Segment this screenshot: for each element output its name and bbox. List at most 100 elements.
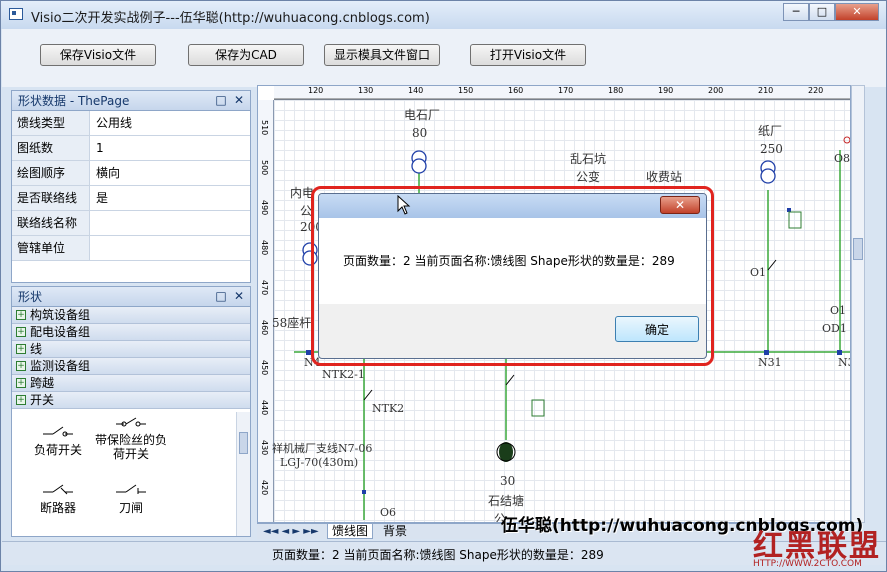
stencil-fused-switch[interactable]: 带保险丝的负荷开关 [90, 416, 172, 461]
expand-icon: + [16, 310, 26, 320]
show-stencil-window-button[interactable]: 显示模具文件窗口 [324, 44, 440, 66]
prop-row[interactable]: 联络线名称 [12, 211, 250, 236]
stencil-group[interactable]: + 开关 [12, 392, 250, 409]
stencil-label: 负荷开关 [33, 443, 82, 457]
close-icon[interactable]: ✕ [232, 93, 246, 107]
scroll-thumb[interactable] [853, 238, 863, 260]
ruler-tick-label: 460 [260, 320, 269, 336]
stencil-label: 带保险丝的负荷开关 [94, 433, 167, 461]
label-shoufei: 收费站 [646, 170, 683, 184]
label-ntk2: NTK2 [372, 402, 405, 415]
stencil-group[interactable]: + 线 [12, 341, 250, 358]
shapes-panel: 形状 □ ✕ + 构筑设备组 + 配电设备组 + 线 + 监测设备组 + 跨越 + 开关 负… [11, 286, 251, 537]
stencil-knife-switch[interactable]: 刀闸 [106, 482, 156, 516]
expand-icon: + [16, 361, 26, 371]
label-branch: 祥机械厂支线N7-06 [272, 442, 373, 455]
label-o8: O8 [834, 152, 851, 165]
label-luanshi: 乱石坑 [570, 152, 607, 166]
ruler-tick-label: 510 [260, 120, 269, 136]
ruler-tick-label: 190 [658, 86, 674, 95]
shape-data-header: 形状数据 - ThePage □ ✕ [12, 91, 250, 111]
label-dianshi-num: 80 [412, 126, 428, 140]
stencil-group[interactable]: + 跨越 [12, 375, 250, 392]
stencil-load-switch[interactable]: 负荷开关 [28, 424, 88, 458]
expand-icon: + [16, 395, 26, 405]
ruler-tick-label: 480 [260, 240, 269, 256]
ruler-tick-label: 130 [358, 86, 374, 95]
prop-value[interactable]: 1 [96, 136, 104, 160]
load-switch-icon [43, 426, 73, 437]
scroll-thumb[interactable] [239, 432, 248, 454]
shapes-header: 形状 □ ✕ [12, 287, 250, 307]
restore-icon[interactable]: □ [214, 289, 228, 303]
stencil-group-label: 构筑设备组 [30, 308, 91, 322]
ruler-tick-label: 450 [260, 360, 269, 376]
save-visio-button[interactable]: 保存Visio文件 [40, 44, 156, 66]
stencil-group-label: 跨越 [30, 376, 55, 390]
ruler-tick-label: 500 [260, 160, 269, 176]
prop-row[interactable]: 是否联络线是 [12, 186, 250, 211]
shapes-title: 形状 [18, 290, 43, 304]
stencil-breaker[interactable]: 断路器 [28, 482, 88, 516]
close-icon[interactable]: ✕ [232, 289, 246, 303]
dialog-close-button[interactable]: ✕ [660, 196, 700, 214]
label-num30: 30 [500, 474, 516, 488]
prop-row[interactable]: 馈线类型 公用线 [12, 111, 250, 136]
prop-value[interactable]: 公用线 [96, 111, 132, 135]
prop-key: 管辖单位 [12, 236, 90, 260]
ruler-tick-label: 160 [508, 86, 524, 95]
expand-icon: + [16, 327, 26, 337]
label-o1: O1 [750, 266, 767, 279]
label-gongbian: 公变 [576, 170, 601, 184]
stencil-scrollbar[interactable] [236, 412, 250, 536]
save-cad-button[interactable]: 保存为CAD [188, 44, 304, 66]
prop-row[interactable]: 绘图顺序 横向 [12, 161, 250, 186]
ruler-tick-label: 440 [260, 400, 269, 416]
ruler-tick-label: 170 [558, 86, 574, 95]
breaker-icon [43, 484, 73, 495]
ruler-tick-label: 470 [260, 280, 269, 296]
prop-row[interactable]: 管辖单位 [12, 236, 250, 261]
stencil-group[interactable]: + 监测设备组 [12, 358, 250, 375]
prop-value[interactable]: 是 [96, 186, 108, 210]
dialog-body: 页面数量：2 当前页面名称:馈线图 Shape形状的数量是：289 [319, 218, 706, 304]
maximize-button[interactable]: □ [809, 3, 835, 21]
prop-key: 馈线类型 [12, 111, 90, 135]
close-button[interactable]: ✕ [835, 3, 879, 21]
ruler-tick-label: 180 [608, 86, 624, 95]
restore-icon[interactable]: □ [214, 93, 228, 107]
stencil-group[interactable]: + 配电设备组 [12, 324, 250, 341]
status-text: 页面数量：2 当前页面名称:馈线图 Shape形状的数量是：289 [272, 548, 604, 562]
prop-key: 联络线名称 [12, 211, 90, 235]
minimize-button[interactable]: ─ [783, 3, 809, 21]
tab-background[interactable]: 背景 [379, 524, 411, 539]
ruler-tick-label: 420 [260, 480, 269, 496]
title-bar[interactable]: Visio二次开发实战例子---伍华聪(http://wuhuacong.cnb… [1, 1, 886, 29]
tab-feeder-diagram[interactable]: 馈线图 [327, 524, 374, 539]
prop-row[interactable]: 图纸数 1 [12, 136, 250, 161]
dialog-title-bar[interactable]: ✕ [319, 194, 706, 218]
label-o6: O6 [380, 506, 397, 519]
tab-navigation[interactable]: ◄◄ ◄ ► ►► [259, 524, 323, 539]
mouse-cursor-icon [397, 195, 411, 215]
stencil-group[interactable]: + 构筑设备组 [12, 307, 250, 324]
shape-data-title: 形状数据 - ThePage [18, 94, 130, 108]
label-zhichang-num: 250 [760, 142, 783, 156]
vertical-ruler: 510 500 490 480 470 460 450 440 430 420 [258, 100, 274, 522]
ruler-tick-label: 200 [708, 86, 724, 95]
prop-value[interactable]: 横向 [96, 161, 120, 185]
open-visio-button[interactable]: 打开Visio文件 [470, 44, 586, 66]
stencil-group-label: 开关 [30, 393, 55, 407]
ruler-tick-label: 220 [808, 86, 824, 95]
label-zhichang: 纸厂 [758, 124, 783, 138]
ruler-tick-label: 140 [408, 86, 424, 95]
stencil-label: 断路器 [39, 501, 76, 515]
window-title: Visio二次开发实战例子---伍华聪(http://wuhuacong.cnb… [31, 11, 430, 26]
label-n31: N31 [758, 356, 782, 369]
prop-key: 是否联络线 [12, 186, 90, 210]
stencil-label: 刀闸 [118, 501, 143, 515]
ruler-tick-label: 210 [758, 86, 774, 95]
stencil-group-label: 线 [30, 342, 43, 356]
drawing-vscrollbar[interactable] [851, 85, 865, 523]
ok-button[interactable]: 确定 [615, 316, 699, 342]
